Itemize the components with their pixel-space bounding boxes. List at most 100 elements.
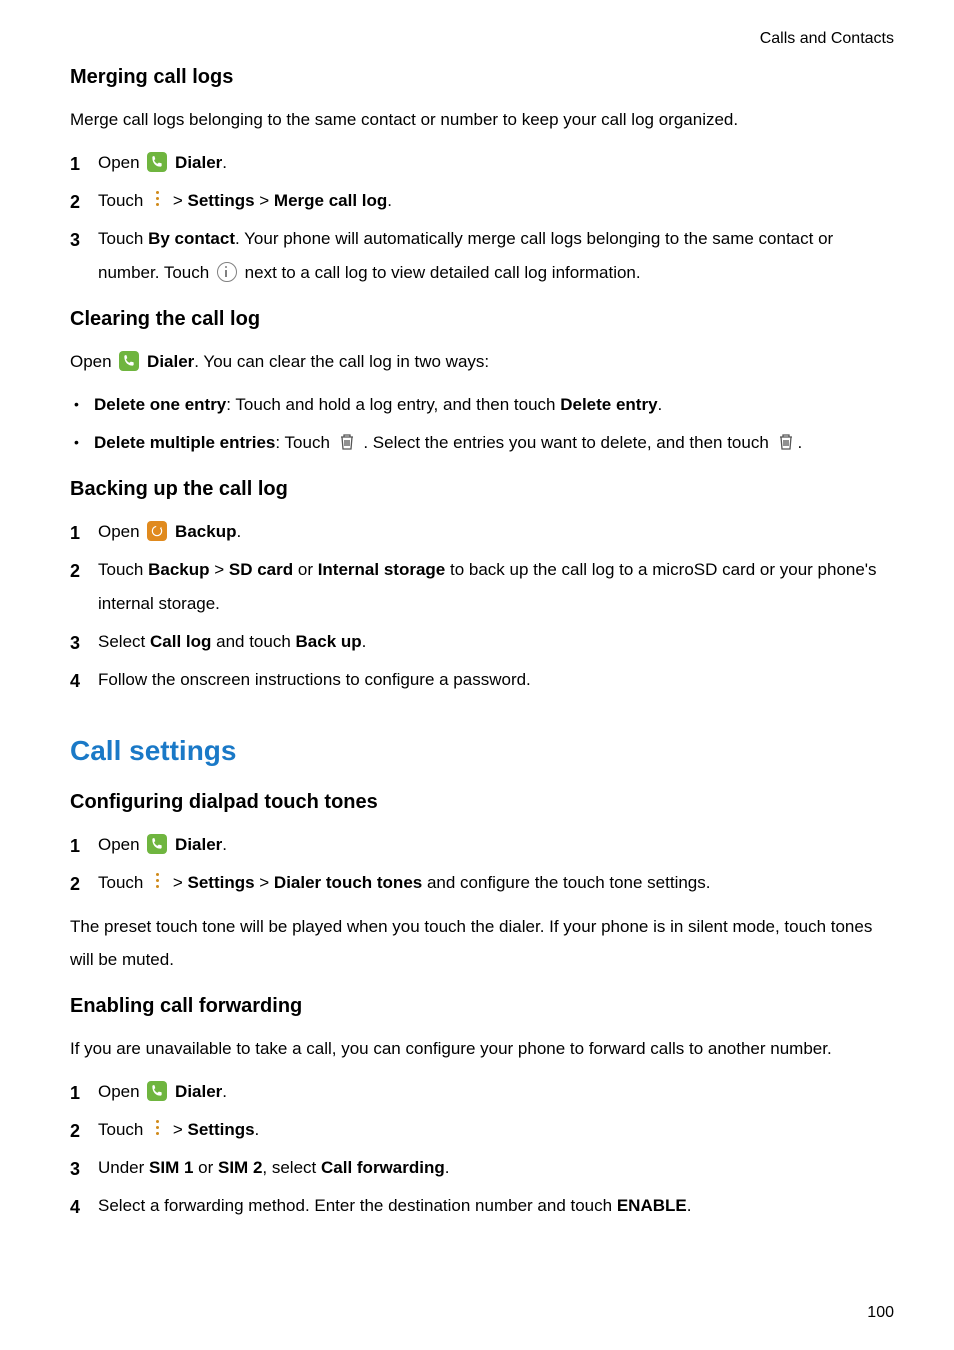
list-item: Touch > Settings > Merge call log. [70, 184, 894, 218]
text: Select a forwarding method. Enter the de… [98, 1196, 617, 1215]
ui-label: SD card [229, 560, 293, 579]
list-item: Open Dialer. [70, 1075, 894, 1109]
list-item: Touch Backup > SD card or Internal stora… [70, 553, 894, 621]
text: . You can clear the call log in two ways… [194, 352, 489, 371]
text: > [210, 560, 229, 579]
heading-call-forwarding: Enabling call forwarding [70, 995, 894, 1018]
text: Touch [98, 1120, 148, 1139]
text: . [798, 433, 803, 452]
text: Touch [98, 191, 148, 210]
text: next to a call log to view detailed call… [245, 263, 641, 282]
text: > [255, 873, 274, 892]
text: . [445, 1158, 450, 1177]
list-item: Delete one entry: Touch and hold a log e… [70, 388, 894, 422]
dialer-app-icon [147, 152, 167, 172]
text: , select [262, 1158, 321, 1177]
list-item: Touch > Settings. [70, 1113, 894, 1147]
app-name: Dialer [147, 352, 194, 371]
list-item: Under SIM 1 or SIM 2, select Call forwar… [70, 1151, 894, 1185]
text: Open [98, 522, 144, 541]
more-menu-icon [151, 189, 165, 209]
text: . [658, 395, 663, 414]
heading-merging-call-logs: Merging call logs [70, 66, 894, 89]
paragraph: Open Dialer. You can clear the call log … [70, 345, 894, 378]
more-menu-icon [151, 1118, 165, 1138]
text: Touch [98, 560, 148, 579]
info-icon [217, 262, 237, 282]
text: Select [98, 632, 150, 651]
heading-backup-call-log: Backing up the call log [70, 478, 894, 501]
ui-label: Back up [296, 632, 362, 651]
dialer-app-icon [147, 1081, 167, 1101]
breadcrumb: Calls and Contacts [70, 30, 894, 48]
list-item: Touch By contact. Your phone will automa… [70, 222, 894, 290]
menu-path-item: Settings [187, 1120, 254, 1139]
ui-label: Internal storage [318, 560, 446, 579]
ui-label: ENABLE [617, 1196, 687, 1215]
text: Under [98, 1158, 149, 1177]
heading-clearing-call-log: Clearing the call log [70, 308, 894, 331]
text: . [255, 1120, 260, 1139]
menu-path-item: Settings [187, 191, 254, 210]
text: : Touch [275, 433, 334, 452]
text: . [222, 153, 227, 172]
text: and configure the touch tone settings. [422, 873, 710, 892]
list-item: Select a forwarding method. Enter the de… [70, 1189, 894, 1223]
text: Open [98, 835, 144, 854]
text: . [236, 522, 241, 541]
paragraph: Merge call logs belonging to the same co… [70, 103, 894, 136]
app-name: Dialer [175, 1082, 222, 1101]
list-item: Touch > Settings > Dialer touch tones an… [70, 866, 894, 900]
text: . [222, 835, 227, 854]
ui-label: SIM 1 [149, 1158, 193, 1177]
list-item: Follow the onscreen instructions to conf… [70, 663, 894, 697]
page-number: 100 [867, 1304, 894, 1322]
app-name: Dialer [175, 835, 222, 854]
text: . [687, 1196, 692, 1215]
text: . Select the entries you want to delete,… [363, 433, 773, 452]
ui-label: Delete one entry [94, 395, 226, 414]
paragraph: The preset touch tone will be played whe… [70, 910, 894, 976]
text: > [173, 1120, 188, 1139]
ui-label: Call log [150, 632, 211, 651]
list-item: Open Dialer. [70, 828, 894, 862]
text: . [387, 191, 392, 210]
text: and touch [211, 632, 295, 651]
heading-dialpad-touch-tones: Configuring dialpad touch tones [70, 791, 894, 814]
ui-label: SIM 2 [218, 1158, 262, 1177]
ui-label: Delete entry [560, 395, 657, 414]
list-item: Select Call log and touch Back up. [70, 625, 894, 659]
dialer-app-icon [147, 834, 167, 854]
text: Open [98, 1082, 144, 1101]
text: > [173, 191, 188, 210]
heading-call-settings: Call settings [70, 735, 894, 767]
trash-icon [338, 432, 356, 452]
text: Open [98, 153, 144, 172]
text: : Touch and hold a log entry, and then t… [226, 395, 560, 414]
text: or [293, 560, 318, 579]
text: Follow the onscreen instructions to conf… [98, 670, 531, 689]
more-menu-icon [151, 871, 165, 891]
paragraph: If you are unavailable to take a call, y… [70, 1032, 894, 1065]
list-item: Open Backup. [70, 515, 894, 549]
backup-app-icon [147, 521, 167, 541]
text: Open [70, 352, 116, 371]
menu-path-item: Dialer touch tones [274, 873, 422, 892]
text: Touch [98, 229, 148, 248]
ui-label: Call forwarding [321, 1158, 445, 1177]
text: > [173, 873, 188, 892]
text: Touch [98, 873, 148, 892]
text: > [255, 191, 274, 210]
app-name: Dialer [175, 153, 222, 172]
trash-icon [777, 432, 795, 452]
ui-label: By contact [148, 229, 235, 248]
menu-path-item: Merge call log [274, 191, 387, 210]
ui-label: Delete multiple entries [94, 433, 275, 452]
list-item: Delete multiple entries: Touch . Select … [70, 426, 894, 460]
ui-label: Backup [148, 560, 209, 579]
app-name: Backup [175, 522, 236, 541]
text: . [362, 632, 367, 651]
menu-path-item: Settings [187, 873, 254, 892]
text: or [193, 1158, 218, 1177]
text: . [222, 1082, 227, 1101]
